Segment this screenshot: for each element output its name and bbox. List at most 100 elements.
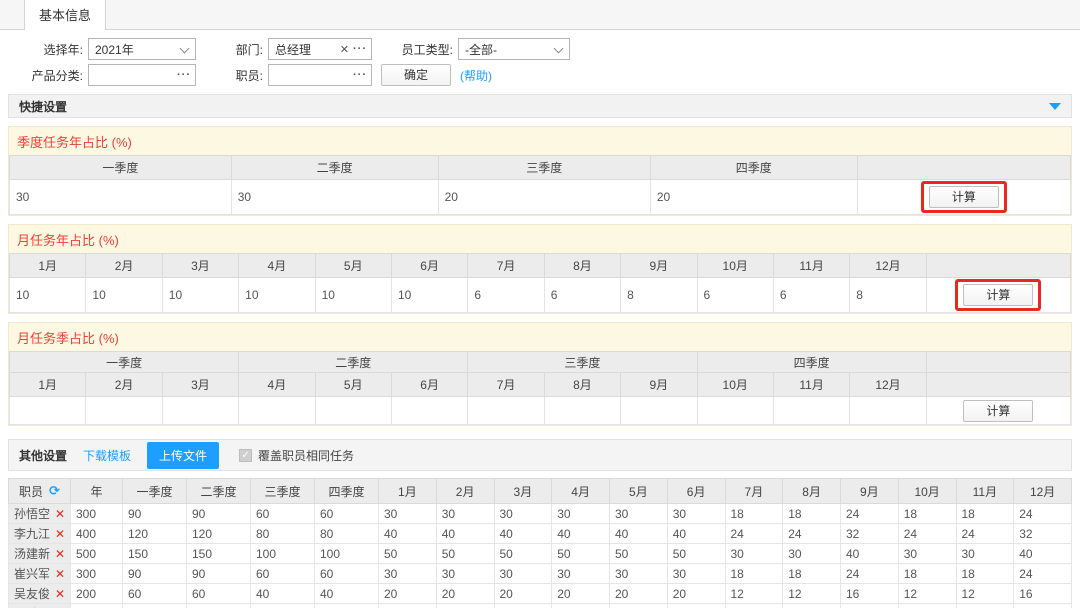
mq-month-header-cell: 6月 <box>391 373 467 397</box>
month-value-cell[interactable]: 10 <box>162 278 238 313</box>
month-calc-button[interactable]: 计算 <box>963 284 1033 306</box>
month-value-cell[interactable]: 8 <box>850 278 926 313</box>
month-value-cell[interactable]: 10 <box>391 278 467 313</box>
staff-value-cell: 150 <box>187 544 251 564</box>
staff-value-cell: 24 <box>956 524 1014 544</box>
chevron-down-icon <box>180 44 190 54</box>
delete-icon[interactable]: ✕ <box>55 507 65 521</box>
staff-value-cell: 24 <box>783 524 841 544</box>
quarter-header-cell: 四季度 <box>650 156 857 180</box>
month-value-cell[interactable]: 6 <box>697 278 773 313</box>
overwrite-checkbox[interactable]: ✓ <box>239 449 252 462</box>
staff-col-header: 6月 <box>667 479 725 504</box>
staff-value-cell: 60 <box>187 584 251 604</box>
staff-col-header: 12月 <box>1014 479 1072 504</box>
month-value-cell[interactable]: 6 <box>468 278 544 313</box>
quarter-calc-button[interactable]: 计算 <box>929 186 999 208</box>
staff-col-header: 年 <box>71 479 123 504</box>
month-value-cell[interactable]: 6 <box>544 278 620 313</box>
staff-value-cell: 40 <box>494 524 552 544</box>
mq-month-header-cell: 4月 <box>239 373 315 397</box>
month-value-cell[interactable]: 10 <box>10 278 86 313</box>
staff-value-cell: 30 <box>494 564 552 584</box>
staff-value-cell: 150 <box>123 544 187 564</box>
staff-col-header: 8月 <box>783 479 841 504</box>
month-header-cell: 11月 <box>773 254 849 278</box>
year-select[interactable]: 2021年 <box>88 38 196 60</box>
mq-month-header-cell: 2月 <box>86 373 162 397</box>
quarter-value-cell[interactable]: 30 <box>231 180 438 215</box>
refresh-icon[interactable]: ⟳ <box>49 483 60 499</box>
employee-type-value: -全部- <box>465 41 497 58</box>
delete-icon[interactable]: ✕ <box>55 547 65 561</box>
staff-col-header: 三季度 <box>251 479 315 504</box>
staff-value-cell: 18 <box>725 564 783 584</box>
staff-value-cell: 40 <box>841 544 899 564</box>
staff-value-cell: 200 <box>71 584 123 604</box>
mq-month-value-cell[interactable] <box>544 397 620 425</box>
delete-icon[interactable]: ✕ <box>55 567 65 581</box>
staff-value-cell: 24 <box>725 524 783 544</box>
mq-month-value-cell[interactable] <box>315 397 391 425</box>
download-template-link[interactable]: 下载模板 <box>83 447 131 464</box>
annotation-box: 计算 <box>955 279 1041 311</box>
staff-value-cell: 120 <box>315 604 379 608</box>
month-value-cell[interactable]: 8 <box>621 278 697 313</box>
mq-month-value-cell[interactable] <box>697 397 773 425</box>
month-task-value-row: 101010101010668668 计算 <box>10 278 1071 313</box>
month-value-cell[interactable]: 6 <box>773 278 849 313</box>
department-field[interactable]: 总经理 ✕ ··· <box>268 38 372 60</box>
lookup-icon[interactable]: ··· <box>353 69 367 81</box>
staff-value-cell: 300 <box>71 564 123 584</box>
staff-name-cell: 崔兴军✕ <box>9 564 71 584</box>
staff-field[interactable]: ··· <box>268 64 372 86</box>
staff-value-cell: 18 <box>783 564 841 584</box>
month-value-cell[interactable]: 10 <box>86 278 162 313</box>
staff-value-cell: 180 <box>123 604 187 608</box>
tab-basic-info[interactable]: 基本信息 <box>24 0 106 30</box>
mq-month-value-cell[interactable] <box>162 397 238 425</box>
staff-value-cell: 40 <box>436 524 494 544</box>
staff-col-header: 10月 <box>898 479 956 504</box>
collapse-icon[interactable] <box>1049 103 1061 110</box>
month-header-cell: 7月 <box>468 254 544 278</box>
month-value-cell[interactable]: 10 <box>315 278 391 313</box>
table-row: 崔兴军✕30090906060303030303030181824181824 <box>9 564 1072 584</box>
employee-type-select[interactable]: -全部- <box>458 38 570 60</box>
mq-month-value-cell[interactable] <box>468 397 544 425</box>
clear-icon[interactable]: ✕ <box>340 43 349 56</box>
month-quarter-calc-button[interactable]: 计算 <box>963 400 1033 422</box>
mq-month-value-cell[interactable] <box>239 397 315 425</box>
upload-file-button[interactable]: 上传文件 <box>147 442 219 469</box>
mq-month-value-cell[interactable] <box>391 397 467 425</box>
mq-month-header-cell: 11月 <box>773 373 849 397</box>
staff-value-cell: 30 <box>956 544 1014 564</box>
quarter-value-cell[interactable]: 30 <box>10 180 232 215</box>
quarter-value-cell[interactable]: 20 <box>438 180 650 215</box>
mq-month-value-cell[interactable] <box>773 397 849 425</box>
table-row: 张鹏✕6001801801201206060606060603636483636… <box>9 604 1072 608</box>
staff-value-cell: 36 <box>898 604 956 608</box>
staff-value-cell: 18 <box>783 504 841 524</box>
mq-month-value-cell[interactable] <box>850 397 926 425</box>
quarter-value-cell[interactable]: 20 <box>650 180 857 215</box>
confirm-button[interactable]: 确定 <box>381 64 451 86</box>
month-value-cell[interactable]: 10 <box>239 278 315 313</box>
mq-month-value-cell[interactable] <box>10 397 86 425</box>
lookup-icon[interactable]: ··· <box>353 43 367 55</box>
product-category-field[interactable]: ··· <box>88 64 196 86</box>
staff-value-cell: 32 <box>1014 524 1072 544</box>
mq-month-value-cell[interactable] <box>621 397 697 425</box>
delete-icon[interactable]: ✕ <box>55 527 65 541</box>
month-quarter-header-spacer <box>926 352 1070 373</box>
staff-value-cell: 120 <box>251 604 315 608</box>
help-link[interactable]: (帮助) <box>460 67 492 84</box>
delete-icon[interactable]: ✕ <box>55 587 65 601</box>
staff-task-table: 职员⟳年一季度二季度三季度四季度1月2月3月4月5月6月7月8月9月10月11月… <box>8 478 1072 608</box>
quarter-task-table: 一季度二季度三季度四季度 30302020 计算 <box>9 155 1071 215</box>
staff-value-cell: 60 <box>123 584 187 604</box>
staff-table-header-row: 职员⟳年一季度二季度三季度四季度1月2月3月4月5月6月7月8月9月10月11月… <box>9 479 1072 504</box>
lookup-icon[interactable]: ··· <box>177 69 191 81</box>
mq-month-value-cell[interactable] <box>86 397 162 425</box>
staff-name: 孙悟空 <box>14 505 50 522</box>
